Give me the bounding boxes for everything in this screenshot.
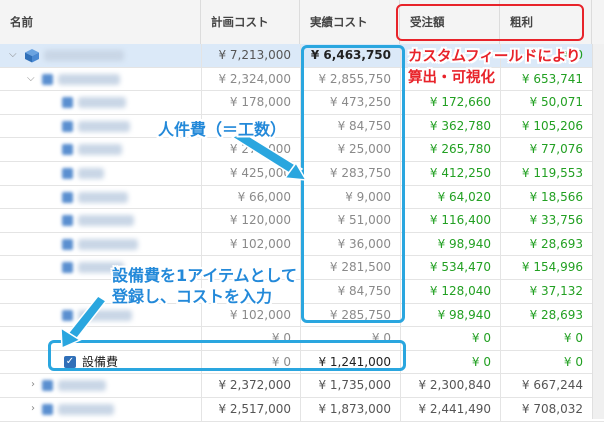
custom-field-annotation-line1: カスタムフィールドにより: [408, 49, 581, 65]
equipment-annotation-line2: 登録し、コストを入力: [112, 287, 273, 306]
custom-field-annotation-line2: 算出・可視化: [408, 70, 495, 86]
labor-cost-annotation: 人件費（＝工数）: [158, 120, 287, 139]
